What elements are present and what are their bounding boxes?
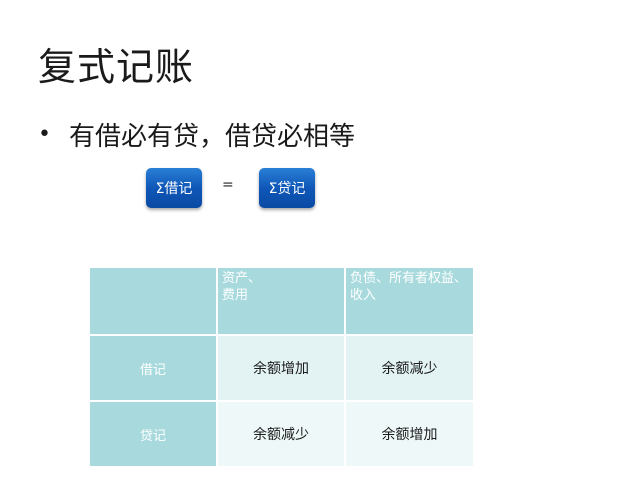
equals-sign: =: [222, 177, 234, 193]
table-cell: 余额减少: [216, 400, 346, 468]
table-cell: 余额增加: [344, 400, 475, 468]
bullet-point: • 有借必有贷，借贷必相等: [38, 116, 355, 153]
table-header-cell: [88, 266, 218, 336]
table-cell: 余额减少: [344, 334, 475, 402]
slide: 复式记账 • 有借必有贷，借贷必相等 Σ借记 = Σ贷记 资产、费用 负债、所有…: [0, 0, 640, 480]
bullet-dot-icon: •: [38, 122, 51, 147]
bullet-text: 有借必有贷，借贷必相等: [68, 122, 355, 152]
sum-debit-box: Σ借记: [146, 168, 202, 208]
header-assets-expenses-line2: 费用: [222, 288, 249, 303]
table-row: 借记 余额增加 余额减少: [88, 334, 475, 402]
sum-debit-label: Σ借记: [155, 181, 193, 197]
sum-credit-label: Σ贷记: [268, 181, 306, 197]
sum-credit-box: Σ贷记: [259, 168, 315, 208]
table-header-row: 资产、费用 负债、所有者权益、收入: [88, 266, 475, 336]
row-label-credit: 贷记: [88, 400, 218, 468]
header-assets-expenses-line1: 资产、: [222, 271, 262, 286]
row-label-debit: 借记: [88, 334, 218, 402]
table-header-cell: 负债、所有者权益、收入: [344, 266, 475, 336]
slide-title: 复式记账: [38, 45, 195, 89]
table-cell: 余额增加: [216, 334, 346, 402]
debit-credit-table: 资产、费用 负债、所有者权益、收入 借记 余额增加 余额减少 贷记 余额减少 余…: [88, 266, 475, 468]
table-row: 贷记 余额减少 余额增加: [88, 400, 475, 468]
table-header-cell: 资产、 费用: [216, 266, 346, 336]
